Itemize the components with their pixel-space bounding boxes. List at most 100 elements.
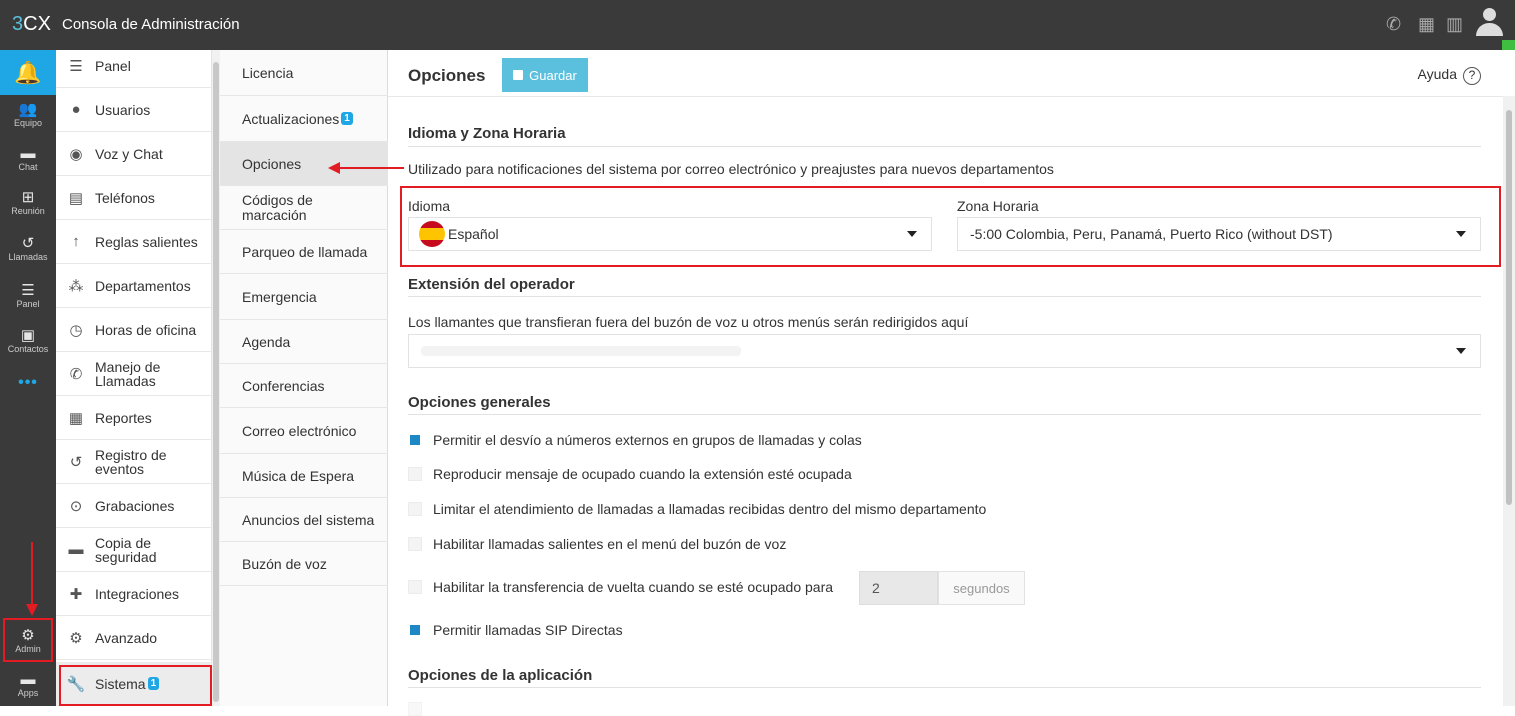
menu-item-avanzado[interactable]: ⚙ Avanzado (56, 616, 212, 660)
save-button[interactable]: Guardar (502, 58, 588, 92)
phone-icon[interactable]: ✆ (1386, 14, 1401, 35)
submenu-correo-electronico[interactable]: Correo electrónico (220, 408, 388, 454)
rail-item-equipo[interactable]: 👥 Equipo (0, 101, 56, 129)
bell-icon[interactable]: 🔔 (0, 50, 56, 95)
annotation-highlight-admin (3, 618, 53, 662)
submenu-anuncios-sistema[interactable]: Anuncios del sistema (220, 498, 388, 542)
menu-scrollbar[interactable] (212, 50, 220, 706)
options-content: Opciones Guardar Ayuda? Idioma y Zona Ho… (388, 50, 1503, 716)
option-limit-pickup[interactable]: Limitar el atendimiento de llamadas a ll… (408, 501, 986, 517)
rail-item-chat[interactable]: ▬ Chat (0, 146, 56, 173)
qr-icon[interactable]: ▦ (1418, 14, 1435, 35)
transfer-seconds-input[interactable]: 2 (859, 571, 938, 605)
globe-icon: ◉ (69, 145, 83, 163)
content-scrollbar[interactable] (1503, 96, 1515, 706)
submenu-opciones[interactable]: Opciones (220, 142, 388, 186)
option-external-forward[interactable]: Permitir el desvío a números externos en… (408, 432, 862, 448)
menu-item-copia-seguridad[interactable]: ▬ Copia de seguridad (56, 528, 212, 572)
menu-item-panel[interactable]: ☰ Panel (56, 44, 212, 88)
panel-icon: ☰ (21, 282, 35, 299)
menu-item-grabaciones[interactable]: ⊙ Grabaciones (56, 484, 212, 528)
record-icon: ⊙ (69, 497, 83, 515)
page-title: Opciones (408, 66, 486, 85)
calls-icon: ↺ (21, 235, 35, 252)
user-icon[interactable] (1476, 8, 1503, 38)
phone-device-icon: ▤ (68, 189, 84, 207)
rail-item-panel[interactable]: ☰ Panel (0, 282, 56, 310)
system-submenu: Licencia Actualizaciones 1 Opciones Códig… (220, 50, 388, 706)
rail-item-contactos[interactable]: ▣ Contactos (0, 328, 56, 355)
team-icon: 👥 (18, 101, 38, 118)
help-icon: ? (1463, 67, 1481, 85)
general-section-title: Opciones generales (408, 394, 551, 411)
rail-item-llamadas[interactable]: ↺ Llamadas (0, 235, 56, 263)
checkbox[interactable] (408, 537, 422, 551)
option-voicemail-outbound[interactable]: Habilitar llamadas salientes en el menú … (408, 536, 786, 552)
annotation-arrow-line-opciones (340, 167, 404, 169)
checkbox[interactable] (408, 702, 422, 716)
main-menu: ☰ Panel ● Usuarios ◉ Voz y Chat ▤ Teléfonos … (56, 50, 212, 706)
rail-item-reunion[interactable]: ⊞ Reunión (0, 189, 56, 217)
menu-item-manejo-llamadas[interactable]: ✆ Manejo de Llamadas (56, 352, 212, 396)
submenu-parqueo-llamada[interactable]: Parqueo de llamada (220, 230, 388, 274)
group-icon: ⁂ (68, 277, 84, 295)
backup-icon: ▬ (68, 541, 84, 558)
submenu-emergencia[interactable]: Emergencia (220, 274, 388, 320)
checkbox[interactable] (410, 435, 420, 445)
blurred-value (421, 346, 741, 356)
menu-item-departamentos[interactable]: ⁂ Departamentos (56, 264, 212, 308)
app-title: Consola de Administración (62, 16, 240, 33)
annotation-arrow-left-icon (328, 162, 340, 174)
meeting-icon: ⊞ (21, 189, 35, 206)
operator-section-title: Extensión del operador (408, 276, 575, 293)
annotation-highlight-language (400, 186, 1501, 267)
status-indicator (1502, 40, 1515, 50)
more-icon[interactable]: ••• (0, 374, 56, 392)
annotation-arrow-line-admin (31, 542, 33, 608)
checkbox[interactable] (410, 625, 420, 635)
submenu-licencia[interactable]: Licencia (220, 50, 388, 96)
chevron-down-icon (1456, 348, 1466, 354)
menu-item-integraciones[interactable]: ✚ Integraciones (56, 572, 212, 616)
help-link[interactable]: Ayuda? (1418, 66, 1481, 85)
menu-item-voz-chat[interactable]: ◉ Voz y Chat (56, 132, 212, 176)
menu-item-reportes[interactable]: ▦ Reportes (56, 396, 212, 440)
checkbox[interactable] (408, 502, 422, 516)
submenu-buzon-voz[interactable]: Buzón de voz (220, 542, 388, 586)
checkbox[interactable] (408, 467, 422, 481)
menu-item-reglas-salientes[interactable]: ↑ Reglas salientes (56, 220, 212, 264)
book-icon[interactable]: ▥ (1446, 14, 1463, 35)
header-divider (388, 96, 1503, 97)
option-transfer-back[interactable]: Habilitar la transferencia de vuelta cua… (408, 579, 833, 595)
operator-extension-select[interactable] (408, 334, 1481, 368)
operator-section-divider (408, 296, 1481, 297)
general-section-divider (408, 414, 1481, 415)
save-icon (513, 70, 524, 80)
history-icon: ↺ (69, 453, 83, 471)
submenu-codigos-marcacion[interactable]: Códigos de marcación (220, 186, 388, 230)
option-sip-direct[interactable]: Permitir llamadas SIP Directas (408, 622, 623, 638)
submenu-agenda[interactable]: Agenda (220, 320, 388, 364)
submenu-conferencias[interactable]: Conferencias (220, 364, 388, 408)
option-app-first[interactable] (408, 702, 433, 716)
brand-logo[interactable]: 3CX (12, 13, 51, 36)
annotation-highlight-sistema (59, 665, 212, 706)
option-busy-message[interactable]: Reproducir mensaje de ocupado cuando la … (408, 466, 852, 482)
rail-item-apps[interactable]: ▬ Apps (0, 672, 56, 699)
menu-item-telefonos[interactable]: ▤ Teléfonos (56, 176, 212, 220)
checkbox[interactable] (408, 580, 422, 594)
menu-item-horas-oficina[interactable]: ◷ Horas de oficina (56, 308, 212, 352)
top-bar: 3CX Consola de Administración ✆ ▦ ▥ (0, 0, 1515, 50)
menu-item-registro-eventos[interactable]: ↺ Registro de eventos (56, 440, 212, 484)
updates-badge: 1 (341, 112, 353, 125)
submenu-musica-espera[interactable]: Música de Espera (220, 454, 388, 498)
annotation-arrow-down-icon (26, 604, 38, 616)
menu-item-usuarios[interactable]: ● Usuarios (56, 88, 212, 132)
handset-icon: ✆ (69, 365, 83, 383)
gear-icon: ⚙ (69, 629, 83, 647)
submenu-actualizaciones[interactable]: Actualizaciones 1 (220, 96, 388, 142)
puzzle-icon: ✚ (69, 585, 83, 603)
arrow-up-icon: ↑ (72, 233, 80, 250)
lang-section-description: Utilizado para notificaciones del sistem… (408, 161, 1054, 177)
app-section-title: Opciones de la aplicación (408, 667, 593, 684)
